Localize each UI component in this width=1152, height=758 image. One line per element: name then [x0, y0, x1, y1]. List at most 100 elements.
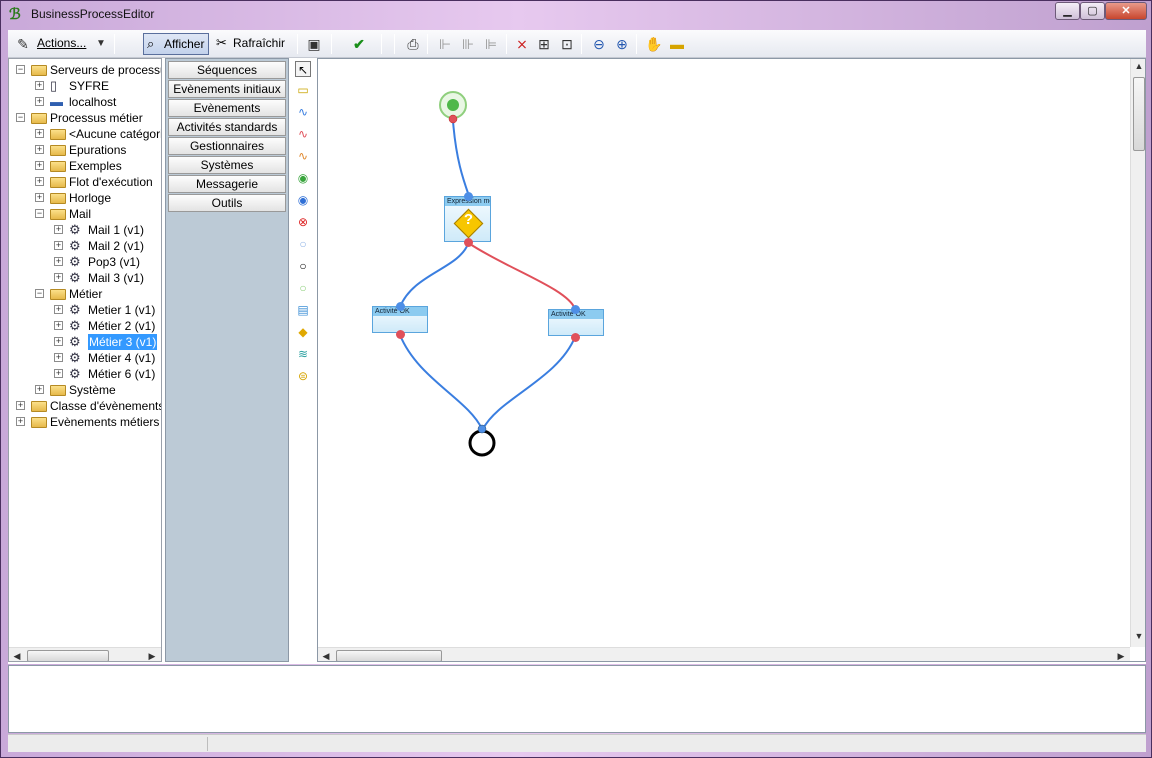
tree-item[interactable]: + Classe d'évènements r: [9, 398, 161, 414]
save-icon[interactable]: ▣: [305, 35, 323, 53]
false-link-tool-icon[interactable]: ∿: [295, 126, 311, 142]
refresh-button[interactable]: ✂ Rafraîchir: [213, 33, 285, 55]
tree-item[interactable]: + ⚙ Mail 3 (v1): [9, 270, 161, 286]
expand-icon[interactable]: +: [54, 353, 63, 362]
collapse-icon[interactable]: −: [16, 113, 25, 122]
align-left-icon[interactable]: ⊩: [436, 35, 454, 53]
link-right-activity-to-end[interactable]: [482, 336, 576, 430]
start-event-tool-icon[interactable]: ◉: [295, 170, 311, 186]
minimize-button[interactable]: ▁: [1055, 2, 1080, 20]
grid-icon[interactable]: ⊞: [535, 35, 553, 53]
tree-item[interactable]: + Flot d'exécution: [9, 174, 161, 190]
expand-icon[interactable]: +: [54, 321, 63, 330]
tree-item[interactable]: − Processus métier: [9, 110, 161, 126]
align-right-icon[interactable]: ⊫: [482, 35, 500, 53]
expand-icon[interactable]: +: [35, 81, 44, 90]
pan-hand-icon[interactable]: ✋: [645, 35, 663, 53]
tree-item[interactable]: − Serveurs de processus: [9, 62, 161, 78]
expand-icon[interactable]: +: [35, 161, 44, 170]
show-button[interactable]: ⌕ Afficher: [143, 33, 209, 55]
link-cut-icon[interactable]: ⨯: [513, 35, 531, 53]
canvas-horizontal-thumb[interactable]: [336, 650, 442, 661]
error-event-tool-icon[interactable]: ⊗: [295, 214, 311, 230]
decision-out-port[interactable]: [464, 238, 473, 247]
decision-node[interactable]: Expression métier ?: [444, 196, 491, 242]
tree-item[interactable]: + ⚙ Métier 2 (v1): [9, 318, 161, 334]
link-tool-icon[interactable]: ∿: [295, 104, 311, 120]
tree-item[interactable]: − Métier: [9, 286, 161, 302]
start-event-out-port[interactable]: [448, 114, 458, 124]
collapse-icon[interactable]: −: [35, 289, 44, 298]
expand-icon[interactable]: +: [35, 177, 44, 186]
diagram-canvas[interactable]: Expression métier ? Activité OK Activité…: [317, 58, 1146, 662]
activity-right-in-port[interactable]: [571, 305, 580, 314]
expand-icon[interactable]: +: [35, 145, 44, 154]
wave-tool-icon[interactable]: ≋: [295, 346, 311, 362]
link-decision-to-right-activity[interactable]: [469, 243, 576, 310]
tree-horizontal-thumb[interactable]: [27, 650, 109, 661]
tree-item[interactable]: + Exemples: [9, 158, 161, 174]
expand-icon[interactable]: +: [16, 401, 25, 410]
activity-left-out-port[interactable]: [396, 330, 405, 339]
expand-icon[interactable]: +: [54, 273, 63, 282]
empty-event-tool-icon[interactable]: ○: [295, 236, 311, 252]
expand-icon[interactable]: +: [54, 305, 63, 314]
tree-item[interactable]: + ⚙ Métier 6 (v1): [9, 366, 161, 382]
tree-item[interactable]: + ⚙ Pop3 (v1): [9, 254, 161, 270]
expand-icon[interactable]: +: [54, 369, 63, 378]
tree-item[interactable]: + <Aucune catégorie: [9, 126, 161, 142]
category-button[interactable]: Evènements: [168, 99, 286, 117]
link-start-to-decision[interactable]: [452, 120, 470, 197]
expand-icon[interactable]: +: [54, 257, 63, 266]
expand-icon[interactable]: +: [35, 97, 44, 106]
tree-horizontal-scrollbar[interactable]: ◀ ▶: [9, 647, 161, 661]
canvas-vertical-thumb[interactable]: [1133, 77, 1145, 151]
process-tree[interactable]: − Serveurs de processus + ▯ SYFRE + ▬ localhost…: [8, 58, 162, 662]
curve-link-tool-icon[interactable]: ∿: [295, 148, 311, 164]
title-bar[interactable]: ℬ BusinessProcessEditor ▁ ▢ ✕: [1, 1, 1151, 27]
tree-item[interactable]: + Evènements métiers: [9, 414, 161, 430]
scroll-up-icon[interactable]: ▲: [1132, 61, 1145, 71]
expand-icon[interactable]: +: [35, 129, 44, 138]
link-left-activity-to-end[interactable]: [399, 334, 483, 430]
tree-item[interactable]: + ⚙ Métier 4 (v1): [9, 350, 161, 366]
tree-item[interactable]: + ⚙ Mail 2 (v1): [9, 238, 161, 254]
category-button[interactable]: Activités standards: [168, 118, 286, 136]
end-event-in-port[interactable]: [477, 424, 487, 434]
tree-item[interactable]: + ⚙ Métier 3 (v1): [9, 334, 161, 350]
scroll-right-icon[interactable]: ▶: [145, 651, 159, 661]
end-event-node[interactable]: [468, 429, 496, 457]
activity-right-out-port[interactable]: [571, 333, 580, 342]
activity-left-in-port[interactable]: [396, 302, 405, 311]
category-button[interactable]: Gestionnaires: [168, 137, 286, 155]
expand-icon[interactable]: +: [54, 337, 63, 346]
category-button[interactable]: Messagerie: [168, 175, 286, 193]
tree-item[interactable]: + ⚙ Metier 1 (v1): [9, 302, 161, 318]
maximize-button[interactable]: ▢: [1080, 2, 1105, 20]
canvas-horizontal-scrollbar[interactable]: ◀ ▶: [318, 647, 1130, 661]
scroll-left-icon[interactable]: ◀: [10, 651, 24, 661]
collapse-icon[interactable]: −: [35, 209, 44, 218]
subprocess-tool-icon[interactable]: ⊜: [295, 368, 311, 384]
zoom-in-icon[interactable]: ⊕: [613, 35, 631, 53]
scroll-left-icon[interactable]: ◀: [319, 651, 333, 661]
decision-in-port[interactable]: [464, 192, 473, 201]
tree-item[interactable]: + Système: [9, 382, 161, 398]
validate-check-icon[interactable]: ✔: [350, 35, 368, 53]
actions-menu-button[interactable]: Actions...: [37, 33, 86, 55]
tree-item[interactable]: + Epurations: [9, 142, 161, 158]
activity-tool-icon[interactable]: ▤: [295, 302, 311, 318]
link-decision-to-left-activity[interactable]: [399, 243, 469, 308]
intermediate-event-tool-icon[interactable]: ◉: [295, 192, 311, 208]
snap-grid-icon[interactable]: ⊡: [558, 35, 576, 53]
align-center-icon[interactable]: ⊪: [459, 35, 477, 53]
expand-icon[interactable]: +: [54, 241, 63, 250]
canvas-vertical-scrollbar[interactable]: ▲ ▼: [1130, 59, 1145, 647]
print-icon[interactable]: ⎙: [404, 35, 422, 53]
category-button[interactable]: Séquences: [168, 61, 286, 79]
tree-item[interactable]: + ▬ localhost: [9, 94, 161, 110]
tree-item[interactable]: − Mail: [9, 206, 161, 222]
tree-item[interactable]: + Horloge: [9, 190, 161, 206]
decision-tool-icon[interactable]: ◆: [295, 324, 311, 340]
chevron-down-icon[interactable]: ▼: [92, 35, 110, 53]
